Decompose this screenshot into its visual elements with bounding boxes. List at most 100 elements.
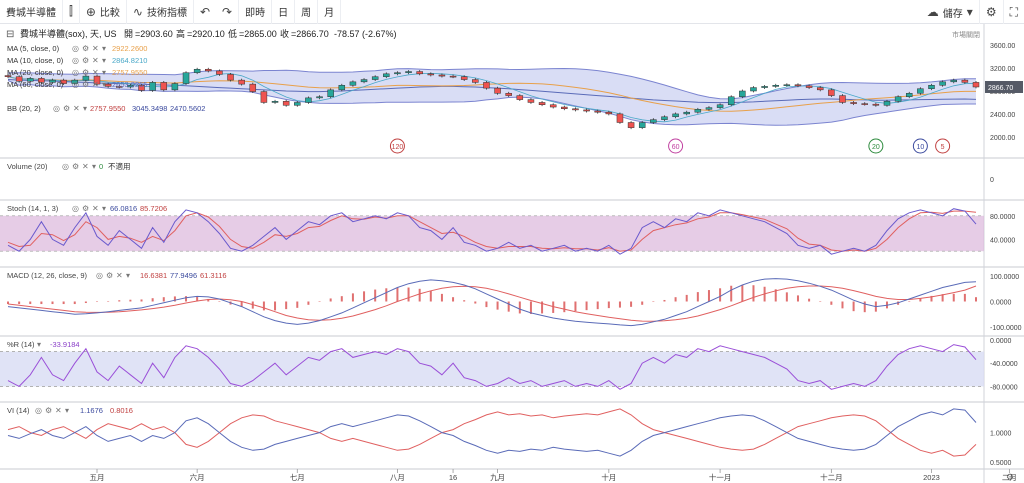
macd-histogram-bar [307,301,310,305]
close-icon[interactable]: ✕ [92,204,99,213]
candle-body [616,113,624,123]
close-icon[interactable]: ✕ [73,104,80,113]
close-icon[interactable]: ✕ [92,68,99,77]
macd-histogram-bar [62,301,65,305]
indicators-button[interactable]: ∿ 技術指標 [127,0,194,24]
candle-body [149,82,156,91]
macd-histogram-bar [463,300,466,302]
candle-body [316,96,323,99]
chart-area[interactable]: 3600.003200.002800.002400.002000.002866.… [0,24,1024,483]
overlay-value: 2757.9550 [112,68,147,77]
gear-icon[interactable]: ⚙ [82,68,89,77]
interval-day[interactable]: 日 [272,0,296,24]
redo-button[interactable]: ↷ [216,0,240,24]
chevron-down-icon[interactable]: ▾ [92,162,96,171]
close-icon[interactable]: ✕ [55,406,62,415]
market-status-text: 市場關閉 [952,30,980,39]
chevron-down-icon[interactable]: ▾ [102,204,106,213]
compare-button[interactable]: ⊕ 比較 [80,0,127,24]
candle-body [538,102,546,105]
candle-body [972,82,980,88]
candle-body [383,73,390,77]
gear-icon[interactable]: ⚙ [72,162,79,171]
visibility-eye-icon[interactable]: ◎ [72,68,79,77]
willr-band-fill [0,351,984,387]
macd-histogram-bar [796,295,799,302]
macd-histogram-bar [975,297,977,302]
gear-icon[interactable]: ⚙ [45,406,52,415]
macd-histogram-bar [218,301,221,302]
chevron-down-icon[interactable]: ▾ [83,104,87,113]
gear-icon[interactable]: ⚙ [82,80,89,89]
stoch-d-value: 85.7206 [140,204,167,213]
close-icon[interactable]: ✕ [82,162,89,171]
willr-axis-tick: -40.0000 [990,361,1018,368]
candle-body [917,88,924,94]
settings-button[interactable]: ⚙ [980,0,1004,24]
gear-icon[interactable]: ⚙ [106,271,113,280]
symbol-selector[interactable]: 費城半導體 [0,0,63,24]
candle-body [883,101,891,106]
gear-icon[interactable]: ⚙ [82,56,89,65]
macd-histogram-bar [340,296,343,302]
vi-plus-line [7,408,977,457]
candle-body [739,90,746,97]
chevron-down-icon[interactable]: ▾ [102,44,106,53]
interval-label: 日 [278,8,289,19]
candle-body [594,110,601,113]
chevron-down-icon[interactable]: ▾ [102,68,106,77]
x-axis-tick-label: 十一月 [709,472,732,482]
save-button[interactable]: ☁ 儲存 ▾ [921,0,980,24]
gear-icon[interactable]: ⚙ [82,204,89,213]
interval-week[interactable]: 周 [295,0,319,24]
candle-body [294,102,301,106]
price-axis-tick: 2400.00 [990,112,1015,119]
x-axis-tick-label: 八月 [390,473,405,482]
visibility-eye-icon[interactable]: ◎ [72,44,79,53]
period-marker-label: 60 [672,144,680,151]
visibility-eye-icon[interactable]: ◎ [72,56,79,65]
chevron-down-icon[interactable]: ▾ [102,80,106,89]
macd-histogram-bar [685,294,688,302]
visibility-eye-icon[interactable]: ◎ [72,80,79,89]
candle-body [527,99,535,103]
visibility-eye-icon[interactable]: ◎ [62,162,69,171]
macd-histogram-bar [285,301,288,310]
visibility-eye-icon[interactable]: ◎ [35,406,42,415]
candle-body [460,76,468,80]
price-axis-tick: 3600.00 [990,43,1015,50]
gear-icon[interactable]: ⚙ [82,44,89,53]
gear-icon[interactable]: ⚙ [63,104,70,113]
candle-body [394,72,401,75]
close-icon[interactable]: ✕ [92,44,99,53]
chart-type-button[interactable]: ⫿ [63,0,80,24]
visibility-eye-icon[interactable]: ◎ [96,271,103,280]
change-value: -78.57 (-2.67%) [334,29,397,39]
chevron-down-icon[interactable]: ▾ [126,271,130,280]
chevron-down-icon[interactable]: ▾ [65,406,69,415]
stoch-label: Stoch (14, 1, 3) [7,204,59,213]
undo-button[interactable]: ↶ [194,0,216,24]
close-icon[interactable]: ✕ [92,80,99,89]
fullscreen-icon: ⛶ [1009,4,1018,19]
macd-label: MACD (12, 26, close, 9) [7,271,88,280]
candle-body [327,89,334,97]
chevron-down-icon[interactable]: ▾ [102,56,106,65]
overlay-value: 2864.8210 [112,56,147,65]
interval-month[interactable]: 月 [318,0,342,24]
candle-body [672,113,679,118]
visibility-eye-icon[interactable]: ◎ [53,104,60,113]
axis-settings-gear-icon[interactable]: ⚙ [1006,472,1014,482]
collapse-icon[interactable]: ⊟ [6,29,14,40]
close-icon[interactable]: ✕ [92,56,99,65]
interval-realtime[interactable]: 即時 [239,0,273,24]
interval-label: 月 [324,8,335,19]
visibility-eye-icon[interactable]: ◎ [72,204,79,213]
macd-histogram-bar [663,299,666,302]
close-icon[interactable]: ✕ [116,271,123,280]
price-axis-tick: 3200.00 [990,66,1015,73]
fullscreen-button[interactable]: ⛶ [1004,0,1024,24]
stoch-k-value: 66.0816 [110,204,137,213]
chevron-down-icon[interactable]: ▾ [37,340,41,349]
macd-histogram-bar [452,297,455,302]
